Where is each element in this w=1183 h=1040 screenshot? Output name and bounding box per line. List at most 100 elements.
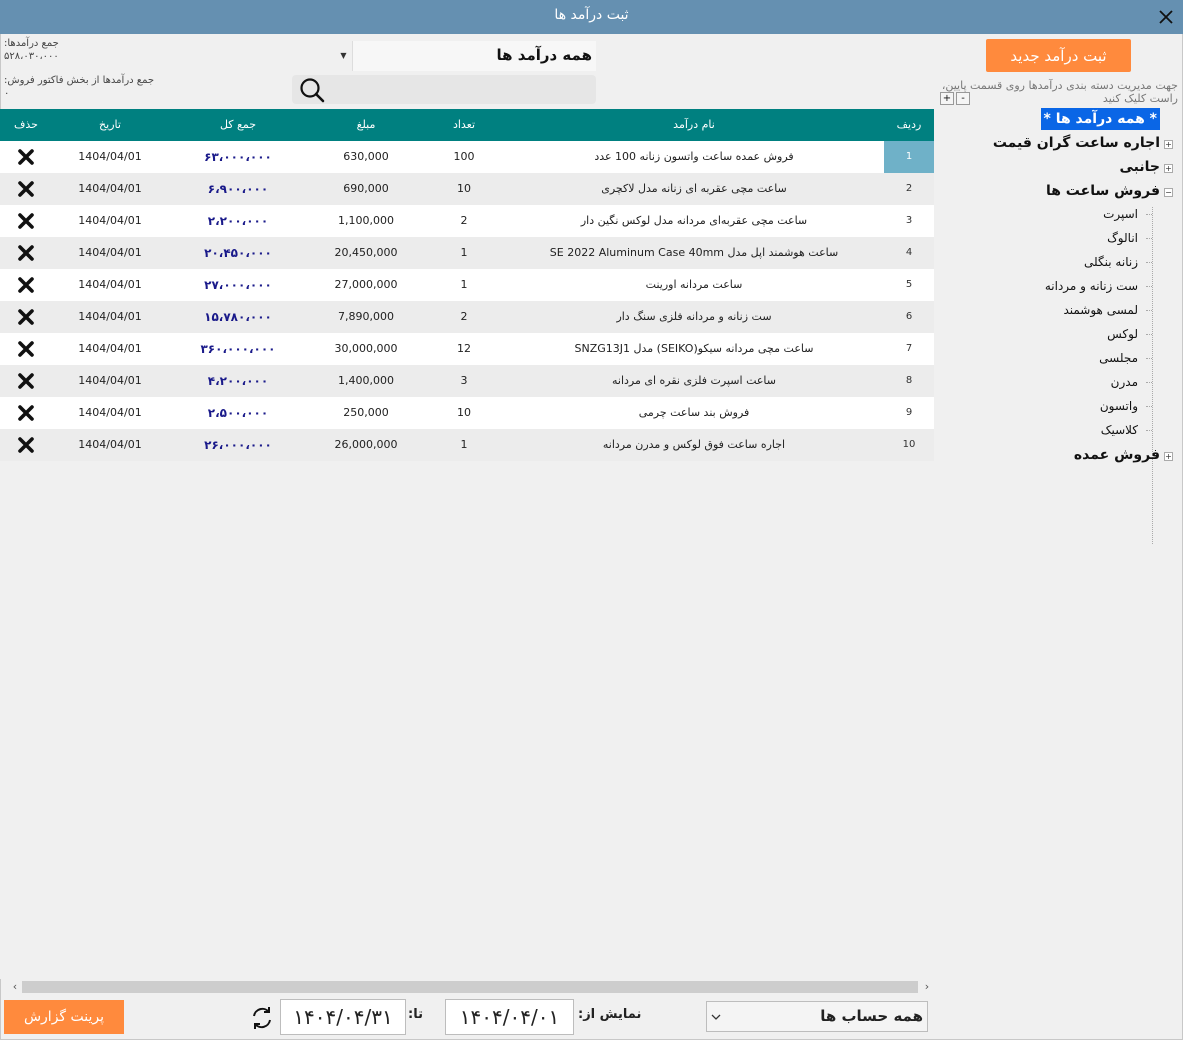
from-date-input[interactable]: ۱۴۰۴/۰۴/۰۱ (445, 999, 574, 1035)
delete-x-icon[interactable] (17, 436, 35, 454)
table-row[interactable]: 1404/04/01 ۶۳،۰۰۰،۰۰۰ 630,000 100 فروش عمده … (0, 141, 934, 173)
header-name[interactable]: نام درآمد (504, 109, 884, 141)
account-dropdown[interactable]: همه حساب ها (706, 1001, 928, 1032)
delete-row-button[interactable] (0, 269, 52, 301)
cell-total: ۱۵،۷۸۰،۰۰۰ (204, 310, 272, 324)
delete-row-button[interactable] (0, 237, 52, 269)
table-row[interactable]: 1404/04/01 ۲۶،۰۰۰،۰۰۰ 26,000,000 1 اجاره ساع… (0, 429, 934, 461)
header-total[interactable]: جمع کل (168, 109, 308, 141)
tree-subcategory[interactable]: واتسون (1100, 396, 1138, 416)
tree-subcategory[interactable]: کلاسیک (1101, 420, 1138, 440)
cell-name: ساعت مردانه اورینت (645, 278, 743, 291)
to-date-input[interactable]: ۱۴۰۴/۰۴/۳۱ (280, 999, 406, 1035)
scrollbar-thumb[interactable] (22, 981, 918, 993)
expand-icon[interactable]: + (1164, 164, 1173, 173)
cell-total: ۲،۵۰۰،۰۰۰ (207, 406, 269, 420)
delete-x-icon[interactable] (17, 404, 35, 422)
delete-row-button[interactable] (0, 397, 52, 429)
print-report-button[interactable]: پرینت گزارش (4, 1000, 124, 1034)
cell-idx: 1 (884, 141, 934, 173)
cell-name: فروش عمده ساعت واتسون زنانه 100 عدد (594, 150, 794, 163)
horizontal-scrollbar[interactable]: ‹ › (8, 979, 934, 995)
delete-x-icon[interactable] (17, 276, 35, 294)
delete-row-button[interactable] (0, 333, 52, 365)
table-row[interactable]: 1404/04/01 ۳۶۰،۰۰۰،۰۰۰ 30,000,000 12 ساعت مچ… (0, 333, 934, 365)
delete-row-button[interactable] (0, 301, 52, 333)
cell-name: ساعت مچی مردانه سیکو(SEIKO) مدل SNZG13J1 (574, 342, 814, 355)
tree-subcategory[interactable]: لمسی هوشمند (1063, 300, 1138, 320)
table-row[interactable]: 1404/04/01 ۲۰،۴۵۰،۰۰۰ 20,450,000 1 ساعت هوشم… (0, 237, 934, 269)
cell-price: 27,000,000 (334, 278, 398, 291)
title-bar: ثبت درآمد ها (0, 0, 1183, 34)
tree-subcategory[interactable]: لوکس (1107, 324, 1138, 344)
delete-x-icon[interactable] (17, 372, 35, 390)
tree-connector (1146, 334, 1152, 335)
category-hint: جهت مدیریت دسته بندی درآمدها روی قسمت پا… (941, 79, 1178, 105)
search-icon[interactable] (298, 76, 326, 104)
table-row[interactable]: 1404/04/01 ۶،۹۰۰،۰۰۰ 690,000 10 ساعت مچی عقر… (0, 173, 934, 205)
refresh-icon[interactable] (248, 1004, 276, 1032)
scroll-right-icon[interactable]: › (920, 979, 934, 995)
cell-count: 1 (460, 246, 468, 259)
new-income-button[interactable]: ثبت درآمد جدید (986, 39, 1131, 72)
collapse-all-button[interactable]: - (956, 92, 970, 105)
table-row[interactable]: 1404/04/01 ۲،۲۰۰،۰۰۰ 1,100,000 2 ساعت مچی عق… (0, 205, 934, 237)
table-row[interactable]: 1404/04/01 ۱۵،۷۸۰،۰۰۰ 7,890,000 2 ست زنانه و… (0, 301, 934, 333)
cell-total: ۲،۲۰۰،۰۰۰ (207, 214, 269, 228)
table-row[interactable]: 1404/04/01 ۲۷،۰۰۰،۰۰۰ 27,000,000 1 ساعت مردا… (0, 269, 934, 301)
cell-count: 12 (457, 342, 471, 355)
delete-x-icon[interactable] (17, 340, 35, 358)
tree-subcategory[interactable]: مجلسی (1099, 348, 1138, 368)
tree-connector (1146, 286, 1152, 287)
close-icon[interactable] (1153, 4, 1179, 30)
tree-subcategory[interactable]: انالوگ (1107, 228, 1138, 248)
delete-x-icon[interactable] (17, 308, 35, 326)
cell-count: 3 (460, 374, 468, 387)
delete-row-button[interactable] (0, 429, 52, 461)
delete-row-button[interactable] (0, 365, 52, 397)
header-price[interactable]: مبلغ (308, 109, 424, 141)
from-label: نمایش از: (578, 1007, 642, 1022)
delete-row-button[interactable] (0, 173, 52, 205)
cell-idx: 3 (905, 215, 913, 226)
cell-count: 10 (457, 406, 471, 419)
invoice-income-label: جمع درآمدها از بخش فاکتور فروش: (4, 75, 155, 86)
dropdown-arrow-icon[interactable]: ▼ (335, 41, 353, 71)
table-row[interactable]: 1404/04/01 ۲،۵۰۰،۰۰۰ 250,000 10 فروش بند ساع… (0, 397, 934, 429)
tree-category-rental[interactable]: اجاره ساعت گران قیمت (993, 132, 1160, 154)
total-income-value: ۵۲۸،۰۳۰،۰۰۰ (4, 51, 59, 62)
cell-name: ساعت اسپرت فلزی نقره ای مردانه (611, 374, 776, 387)
delete-x-icon[interactable] (17, 244, 35, 262)
delete-x-icon[interactable] (17, 180, 35, 198)
tree-connector (1146, 262, 1152, 263)
header-count[interactable]: تعداد (424, 109, 504, 141)
delete-row-button[interactable] (0, 141, 52, 173)
collapse-icon[interactable]: − (1164, 188, 1173, 197)
category-dropdown[interactable]: ▼ همه درآمد ها (335, 41, 596, 71)
tree-subcategory[interactable]: مدرن (1111, 372, 1138, 392)
delete-x-icon[interactable] (17, 148, 35, 166)
tree-category-watch-sales[interactable]: فروش ساعت ها (1046, 180, 1160, 202)
tree-subcategory[interactable]: اسپرت (1103, 204, 1138, 224)
tree-category-accessories[interactable]: جانبی (1120, 156, 1160, 178)
expand-icon[interactable]: + (1164, 452, 1173, 461)
tree-category-wholesale[interactable]: فروش عمده (1074, 444, 1160, 466)
tree-subcategory[interactable]: زنانه بنگلی (1084, 252, 1138, 272)
cell-count: 2 (460, 310, 468, 323)
search-input[interactable] (332, 78, 590, 101)
expand-all-button[interactable]: + (940, 92, 954, 105)
expand-icon[interactable]: + (1164, 140, 1173, 149)
scroll-left-icon[interactable]: ‹ (8, 979, 22, 995)
header-index[interactable]: ردیف (884, 109, 934, 141)
cell-count: 1 (460, 278, 468, 291)
chevron-down-icon[interactable] (709, 1008, 723, 1026)
tree-subcategory[interactable]: ست زنانه و مردانه (1045, 276, 1138, 296)
tree-root-all[interactable]: * همه درآمد ها * (1040, 108, 1160, 130)
header-delete[interactable]: حذف (0, 109, 52, 141)
invoice-summary: جمع درآمدها از بخش فاکتور فروش: ۰ (4, 74, 154, 100)
cell-total: ۳۶۰،۰۰۰،۰۰۰ (200, 342, 276, 356)
header-date[interactable]: تاریخ (52, 109, 168, 141)
delete-row-button[interactable] (0, 205, 52, 237)
delete-x-icon[interactable] (17, 212, 35, 230)
table-row[interactable]: 1404/04/01 ۴،۲۰۰،۰۰۰ 1,400,000 3 ساعت اسپرت … (0, 365, 934, 397)
